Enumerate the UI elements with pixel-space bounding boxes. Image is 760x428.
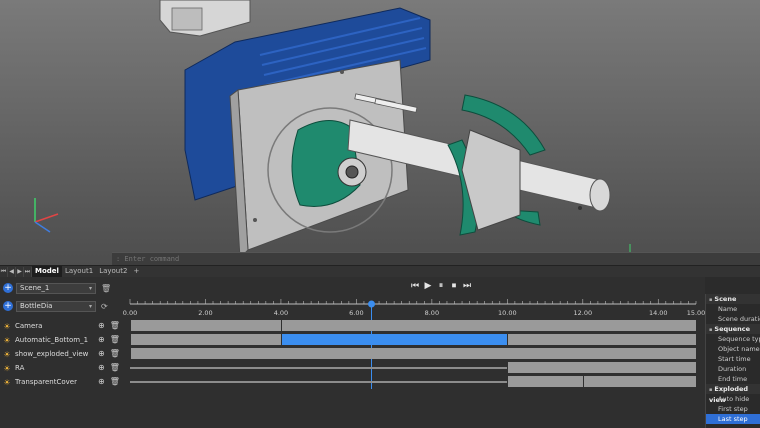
skip-first-button[interactable]: ⏮ — [410, 281, 420, 291]
track-gap-line — [130, 367, 508, 369]
cad-model — [34, 0, 641, 263]
tick-label: 2.00 — [198, 309, 212, 317]
track-segment[interactable] — [508, 334, 696, 345]
track-gap-line — [130, 381, 508, 383]
refresh-icon[interactable]: ⟳ — [101, 302, 108, 311]
add-sequence-button[interactable]: + — [3, 301, 13, 311]
tab-layout2[interactable]: Layout2 — [96, 266, 130, 277]
trash-icon[interactable]: 🗑 — [110, 377, 120, 386]
selected-track-segment[interactable] — [281, 334, 508, 345]
track-actions: ⊕ 🗑 — [98, 377, 120, 386]
track-label[interactable]: ☀ RA — [3, 362, 24, 374]
tick-label: 6.00 — [349, 309, 363, 317]
add-scene-button[interactable]: + — [3, 283, 13, 293]
command-line[interactable] — [112, 252, 760, 265]
tick-label: 14.00 — [649, 309, 668, 317]
tick-label: 10.00 — [498, 309, 517, 317]
pause-button[interactable]: ⏸ — [436, 281, 446, 291]
tick-label: 0.00 — [123, 309, 137, 317]
track-actions: ⊕ 🗑 — [98, 363, 120, 372]
trash-icon[interactable]: 🗑 — [110, 321, 120, 330]
visibility-sun-icon[interactable]: ☀ — [3, 364, 11, 373]
track-segment[interactable] — [131, 320, 281, 331]
track-label[interactable]: ☀ Camera — [3, 320, 42, 332]
prop-first-step[interactable]: First step — [706, 404, 760, 414]
track-name: Automatic_Bottom_1 — [15, 336, 89, 344]
track-segment[interactable] — [508, 362, 696, 373]
tab-layout1[interactable]: Layout1 — [62, 266, 96, 277]
add-key-icon[interactable]: ⊕ — [98, 363, 105, 372]
tick-label: 8.00 — [425, 309, 439, 317]
prop-object-name[interactable]: Object name — [706, 344, 760, 354]
prop-end-time[interactable]: End time — [706, 374, 760, 384]
tab-nav-prev-button[interactable]: ◀ — [8, 266, 16, 277]
tab-nav-first-button[interactable]: ⏮ — [0, 266, 8, 277]
track-name: Camera — [15, 322, 43, 330]
add-key-icon[interactable]: ⊕ — [98, 321, 105, 330]
track-name: show_exploded_view — [15, 350, 89, 358]
track-label[interactable]: ☀ Automatic_Bottom_1 — [3, 334, 88, 346]
prop-last-step[interactable]: Last step — [706, 414, 760, 424]
properties-panel: ▪Scene Name Scene duration ▪Sequence Seq… — [705, 294, 760, 428]
layout-tabs-bar: ⏮ ◀ ▶ ⏭ Model Layout1 Layout2 + — [0, 265, 760, 277]
tick-label: 12.00 — [573, 309, 592, 317]
axis-gizmo — [34, 198, 59, 233]
section-scene[interactable]: ▪ Scene — [706, 294, 760, 304]
add-key-icon[interactable]: ⊕ — [98, 377, 105, 386]
playhead-handle[interactable] — [367, 300, 375, 308]
track-segment[interactable] — [131, 334, 281, 345]
prop-sequence-type[interactable]: Sequence type — [706, 334, 760, 344]
sequence-select[interactable]: BottleDia ▾ — [16, 300, 96, 312]
sequence-selector-row: + BottleDia ▾ ⟳ — [3, 300, 108, 312]
tab-model[interactable]: Model — [32, 266, 62, 277]
prop-scene-duration[interactable]: Scene duration — [706, 314, 760, 324]
track-segment[interactable] — [583, 376, 696, 387]
track-label[interactable]: ☀ TransparentCover — [3, 376, 77, 388]
chevron-down-icon: ▾ — [88, 302, 92, 310]
track-actions: ⊕ 🗑 — [98, 335, 120, 344]
play-button[interactable]: ▶ — [423, 281, 433, 291]
track-name: TransparentCover — [15, 378, 77, 386]
section-exploded-view[interactable]: ▪ Exploded view — [706, 384, 760, 404]
track-actions: ⊕ 🗑 — [98, 321, 120, 330]
prop-name[interactable]: Name — [706, 304, 760, 314]
trash-icon[interactable]: 🗑 — [101, 284, 111, 293]
track-segment[interactable] — [508, 376, 583, 387]
track-segment[interactable] — [131, 348, 696, 359]
tab-nav-next-button[interactable]: ▶ — [16, 266, 24, 277]
tab-nav-last-button[interactable]: ⏭ — [24, 266, 32, 277]
skip-last-button[interactable]: ⏭ — [462, 281, 472, 291]
app-window: ⏮ ◀ ▶ ⏭ Model Layout1 Layout2 + + Scene_… — [0, 0, 760, 428]
prop-duration[interactable]: Duration — [706, 364, 760, 374]
prop-start-time[interactable]: Start time — [706, 354, 760, 364]
scene-select[interactable]: Scene_1 ▾ — [16, 282, 96, 294]
command-input[interactable] — [116, 255, 516, 263]
transport-controls: ⏮ ▶ ⏸ ⏹ ⏭ — [410, 281, 472, 291]
visibility-sun-icon[interactable]: ☀ — [3, 322, 11, 331]
chevron-down-icon: ▾ — [88, 284, 92, 292]
trash-icon[interactable]: 🗑 — [110, 349, 120, 358]
stop-button[interactable]: ⏹ — [449, 281, 459, 291]
add-key-icon[interactable]: ⊕ — [98, 335, 105, 344]
add-key-icon[interactable]: ⊕ — [98, 349, 105, 358]
track-label[interactable]: ☀ show_exploded_view — [3, 348, 88, 360]
trash-icon[interactable]: 🗑 — [110, 335, 120, 344]
add-layout-tab-button[interactable]: + — [130, 266, 142, 277]
visibility-sun-icon[interactable]: ☀ — [3, 350, 11, 359]
track-actions: ⊕ 🗑 — [98, 349, 120, 358]
trash-icon[interactable]: 🗑 — [110, 363, 120, 372]
animation-timeline-panel: + Scene_1 ▾ 🗑 + BottleDia ▾ ⟳ ⏮ ▶ ⏸ ⏹ ⏭ … — [0, 277, 705, 428]
visibility-sun-icon[interactable]: ☀ — [3, 378, 11, 387]
track-segment[interactable] — [281, 320, 696, 331]
section-sequence[interactable]: ▪ Sequence — [706, 324, 760, 334]
tick-label: 15.00 — [687, 309, 705, 317]
track-name: RA — [15, 364, 25, 372]
3d-viewport[interactable] — [0, 0, 760, 265]
visibility-sun-icon[interactable]: ☀ — [3, 336, 11, 345]
scene-selector-row: + Scene_1 ▾ 🗑 — [3, 282, 111, 294]
tick-label: 4.00 — [274, 309, 288, 317]
